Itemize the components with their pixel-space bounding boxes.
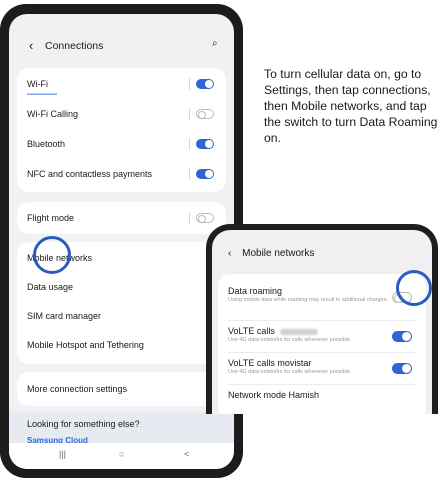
divider (189, 78, 190, 90)
mobile-networks-header: ‹ Mobile networks (228, 248, 314, 259)
wifi-calling-toggle[interactable] (196, 109, 214, 119)
row-hotspot[interactable]: Mobile Hotspot and Tethering (27, 331, 226, 359)
recent-apps-icon[interactable]: ||| (59, 449, 66, 459)
row-label: VoLTE calls (228, 326, 275, 336)
row-label: Wi-Fi (27, 79, 48, 89)
divider (228, 320, 416, 321)
row-label: SIM card manager (27, 311, 102, 321)
connections-group-4: More connection settings (17, 372, 226, 406)
connections-group-2: Flight mode (17, 202, 226, 234)
home-icon[interactable]: ○ (119, 449, 124, 459)
nfc-toggle[interactable] (196, 169, 214, 179)
highlight-circle-data-roaming (396, 270, 432, 306)
divider (189, 138, 190, 150)
wifi-network-name: ▬▬▬▬▬▬ (27, 91, 57, 97)
chevron-left-icon[interactable]: ‹ (228, 248, 231, 259)
row-network-mode[interactable]: Network mode Hamish (228, 390, 393, 400)
redacted-text (279, 328, 318, 335)
row-volte-calls[interactable]: VoLTE calls Use 4G data networks for cal… (228, 326, 393, 344)
row-label: Mobile Hotspot and Tethering (27, 340, 144, 350)
row-label: Network mode Hamish (228, 390, 320, 400)
row-label: Bluetooth (27, 139, 66, 149)
row-bluetooth[interactable]: Bluetooth (27, 130, 226, 158)
phone-frame-mobile-networks: ‹ Mobile networks Data roaming Using mob… (206, 224, 438, 414)
row-sublabel: Using mobile data while roaming may resu… (228, 297, 388, 303)
divider (189, 212, 190, 224)
volte-calls-movistar-toggle[interactable] (392, 363, 412, 374)
row-data-usage[interactable]: Data usage (27, 273, 226, 301)
row-label: Flight mode (27, 213, 75, 223)
row-wifi[interactable]: Wi-Fi ▬▬▬▬▬▬ (27, 70, 226, 98)
mobile-networks-screen: ‹ Mobile networks Data roaming Using mob… (212, 230, 432, 414)
suggestion-panel: Looking for something else? Samsung Clou… (9, 412, 234, 445)
row-flight-mode[interactable]: Flight mode (27, 204, 226, 232)
row-wifi-calling[interactable]: Wi-Fi Calling (27, 100, 226, 128)
navigation-bar: ||| ○ < (9, 443, 234, 469)
row-label: More connection settings (27, 384, 128, 394)
page-title: Connections (45, 40, 104, 52)
row-label: Wi-Fi Calling (27, 109, 79, 119)
highlight-circle-mobile-networks (33, 236, 71, 274)
row-sim-card-manager[interactable]: SIM card manager (27, 302, 226, 330)
row-nfc[interactable]: NFC and contactless payments (27, 160, 226, 188)
divider (228, 384, 416, 385)
flight-mode-toggle[interactable] (196, 213, 214, 223)
connections-group-1: Wi-Fi ▬▬▬▬▬▬ Wi-Fi Calling Bluetooth NFC… (17, 68, 226, 192)
row-sublabel: Use 4G data networks for calls whenever … (228, 337, 352, 343)
back-icon[interactable]: < (184, 449, 189, 459)
suggestion-text: Looking for something else? (27, 419, 140, 429)
row-label: NFC and contactless payments (27, 169, 153, 179)
row-data-roaming[interactable]: Data roaming Using mobile data while roa… (228, 286, 393, 304)
divider (189, 168, 190, 180)
search-icon[interactable]: ⌕ (212, 38, 218, 49)
connections-header: ‹ Connections ⌕ (9, 14, 234, 62)
instruction-text: To turn cellular data on, go to Settings… (264, 67, 438, 145)
divider (189, 108, 190, 120)
row-label: VoLTE calls movistar (228, 358, 312, 368)
row-label: Data roaming (228, 286, 283, 296)
row-sublabel: Use 4G data networks for calls whenever … (228, 369, 352, 375)
bluetooth-toggle[interactable] (196, 139, 214, 149)
row-volte-calls-movistar[interactable]: VoLTE calls movistar Use 4G data network… (228, 358, 393, 376)
chevron-left-icon[interactable]: ‹ (29, 38, 33, 53)
page-title: Mobile networks (242, 248, 315, 259)
divider (228, 352, 416, 353)
row-label: Data usage (27, 282, 74, 292)
mobile-networks-card: Data roaming Using mobile data while roa… (218, 274, 426, 414)
volte-calls-toggle[interactable] (392, 331, 412, 342)
row-more-settings[interactable]: More connection settings (27, 375, 226, 403)
wifi-toggle[interactable] (196, 79, 214, 89)
